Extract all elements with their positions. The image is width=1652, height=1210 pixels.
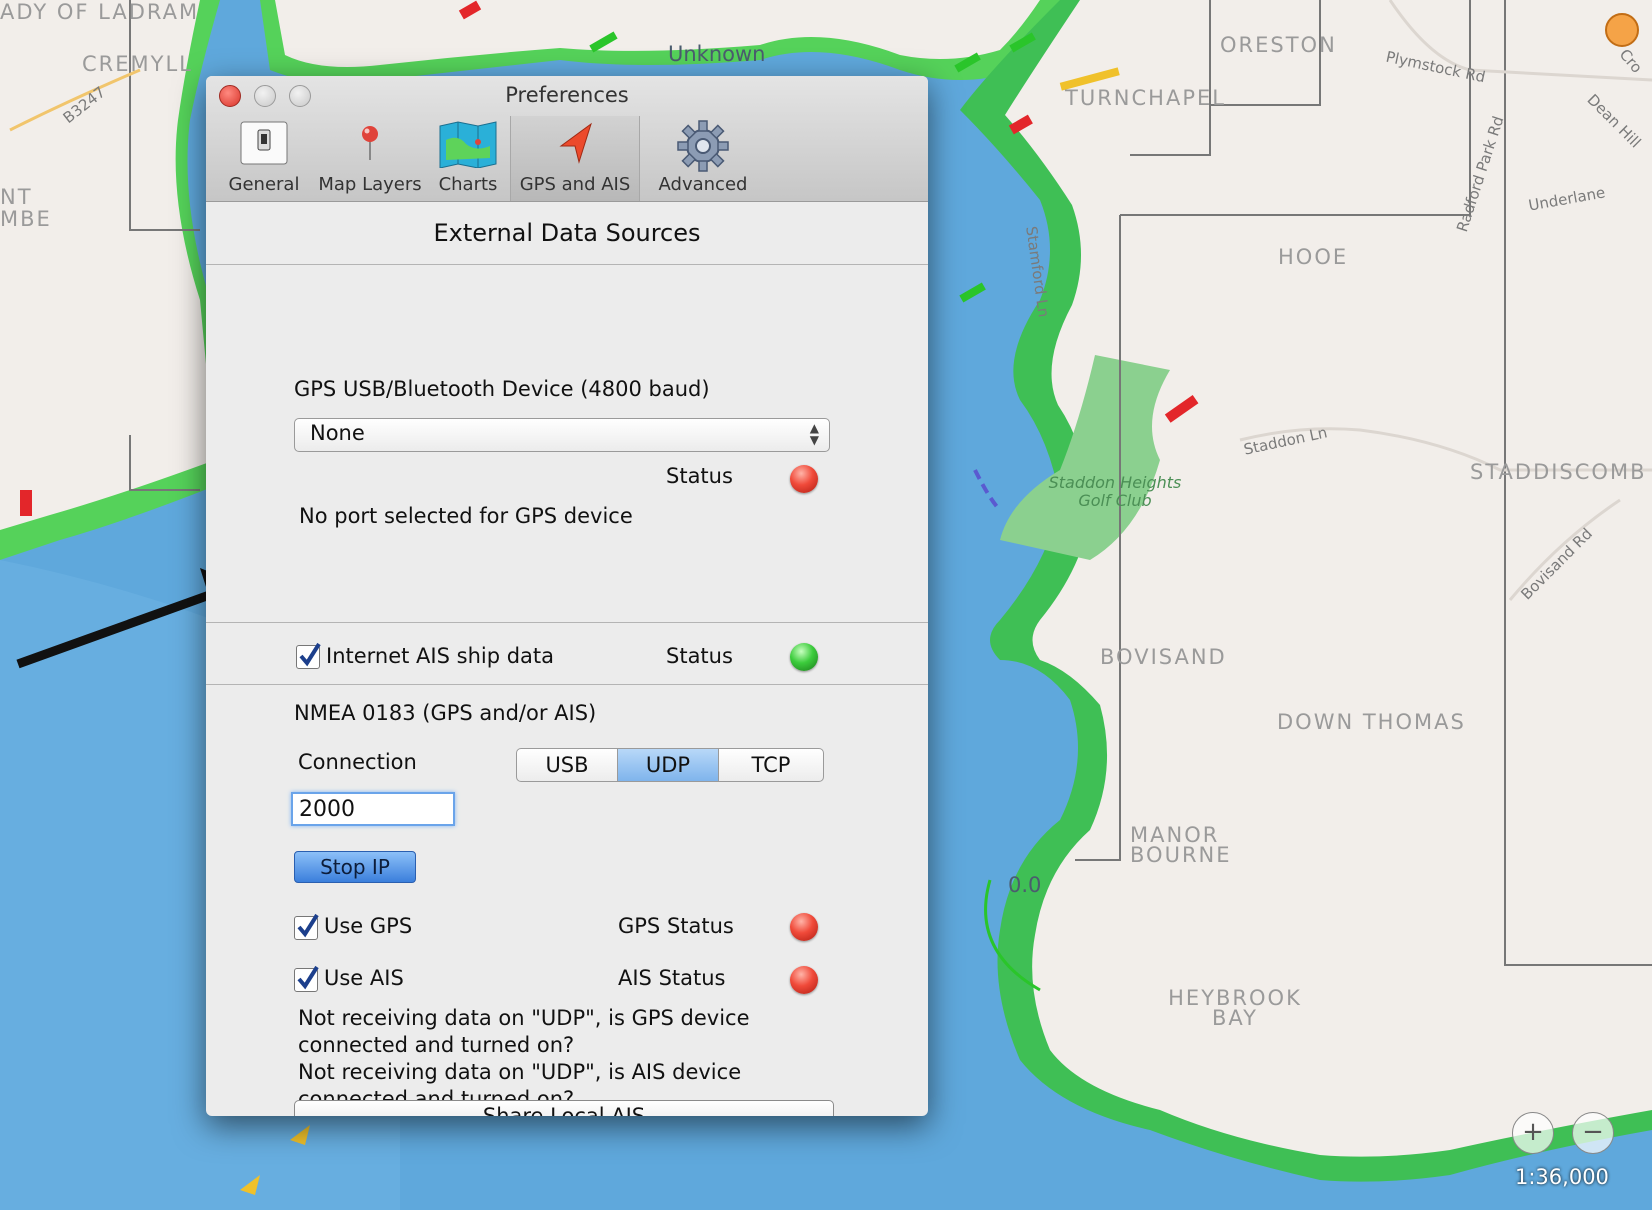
window-title: Preferences <box>505 83 629 107</box>
map-label-manor-bourne: MANOR BOURNE <box>1130 823 1232 867</box>
toolbar-tab-general[interactable]: General <box>214 116 314 201</box>
map-label-hooe: HOOE <box>1278 245 1349 269</box>
gps-ais-pane: External Data Sources GPS USB/Bluetooth … <box>206 202 928 1116</box>
ais-status-text: AIS Status <box>618 966 726 990</box>
nmea-label: NMEA 0183 (GPS and/or AIS) <box>294 701 597 725</box>
map-label-heybrook-bay: HEYBROOK BAY <box>1168 986 1302 1030</box>
ais-message-line-1: Not receiving data on "UDP", is AIS devi… <box>298 1060 742 1084</box>
section-divider-2 <box>206 684 928 685</box>
gps-status-label: Status <box>666 464 733 488</box>
map-label-mbe: MBE <box>0 207 52 231</box>
stop-ip-button[interactable]: Stop IP <box>294 851 416 883</box>
gps-device-select[interactable]: None ▲ ▼ <box>294 418 830 452</box>
map-label-depth: 0.0 <box>1008 873 1042 897</box>
internet-ais-checkbox[interactable] <box>296 642 321 669</box>
select-arrows-icon: ▲ ▼ <box>809 421 819 447</box>
pane-heading: External Data Sources <box>433 219 701 247</box>
preferences-window: Preferences General Map Layers Charts GP… <box>206 76 928 1116</box>
map-label-nt: NT <box>0 185 33 209</box>
internet-ais-label: Internet AIS ship data <box>326 644 555 668</box>
map-label-staddon-heights-golf-club: Staddon Heights Golf Club <box>1048 473 1182 510</box>
toolbar-tab-charts[interactable]: Charts <box>426 116 510 201</box>
connection-label: Connection <box>298 750 417 774</box>
map-label-staddiscombe: STADDISCOMB <box>1470 460 1647 484</box>
toolbar-tab-advanced[interactable]: Advanced <box>642 116 764 201</box>
map-label-turnchapel: TURNCHAPEL <box>1065 86 1226 110</box>
gear-icon <box>675 120 731 176</box>
no-port-message: No port selected for GPS device <box>299 504 633 528</box>
internet-ais-status-label: Status <box>666 644 733 668</box>
map-label-cremyll: CREMYLL <box>82 52 193 76</box>
ais-status-indicator <box>790 966 818 994</box>
map-label-unknown: Unknown <box>668 42 766 66</box>
connection-tcp-button[interactable]: TCP <box>719 749 823 781</box>
toolbar-label-map-layers: Map Layers <box>318 174 422 195</box>
preferences-toolbar: Preferences General Map Layers Charts GP… <box>206 76 928 202</box>
connection-udp-button[interactable]: UDP <box>618 749 719 781</box>
gps-device-label: GPS USB/Bluetooth Device (4800 baud) <box>294 377 710 401</box>
zoom-out-button[interactable]: − <box>1572 1112 1614 1154</box>
use-gps-checkbox[interactable] <box>294 913 319 940</box>
port-input[interactable] <box>291 792 455 826</box>
pin-icon <box>355 120 385 170</box>
use-ais-label: Use AIS <box>324 966 404 990</box>
map-scale-label: 1:36,000 <box>1515 1165 1609 1189</box>
use-ais-checkbox[interactable] <box>294 965 319 992</box>
gps-status-indicator <box>790 913 818 941</box>
gps-message-line-2: connected and turned on? <box>298 1033 575 1057</box>
gps-message-line-1: Not receiving data on "UDP", is GPS devi… <box>298 1006 750 1030</box>
chart-map-icon <box>438 120 498 172</box>
map-label-lady-of-ladram: ADY OF LADRAM <box>0 0 200 24</box>
map-label-down-thomas: DOWN THOMAS <box>1277 710 1466 734</box>
gps-device-status-indicator <box>790 465 818 493</box>
share-local-ais-button[interactable]: Share Local AIS <box>294 1100 834 1116</box>
toolbar-tab-gps-and-ais[interactable]: GPS and AIS <box>510 116 640 201</box>
gps-device-value: None <box>310 421 365 445</box>
use-gps-label: Use GPS <box>324 914 413 938</box>
switch-icon <box>239 120 289 170</box>
connection-usb-button[interactable]: USB <box>517 749 618 781</box>
toolbar-tab-map-layers[interactable]: Map Layers <box>314 116 426 201</box>
section-divider <box>206 622 928 623</box>
connection-segmented-control: USB UDP TCP <box>516 748 824 782</box>
map-label-bovisand: BOVISAND <box>1100 645 1227 669</box>
map-label-oreston: ORESTON <box>1220 33 1337 57</box>
gps-status-text: GPS Status <box>618 914 734 938</box>
zoom-in-button[interactable]: + <box>1512 1112 1554 1154</box>
toolbar-label-general: General <box>228 174 300 195</box>
ais-message-line-2: connected and turned on? <box>298 1087 575 1100</box>
heading-divider <box>206 264 928 265</box>
arrow-location-icon <box>555 120 595 170</box>
toolbar-label-gps-and-ais: GPS and AIS <box>519 174 631 195</box>
toolbar-label-charts: Charts <box>438 174 498 195</box>
internet-ais-status-indicator <box>790 643 818 671</box>
toolbar-label-advanced: Advanced <box>658 174 748 195</box>
